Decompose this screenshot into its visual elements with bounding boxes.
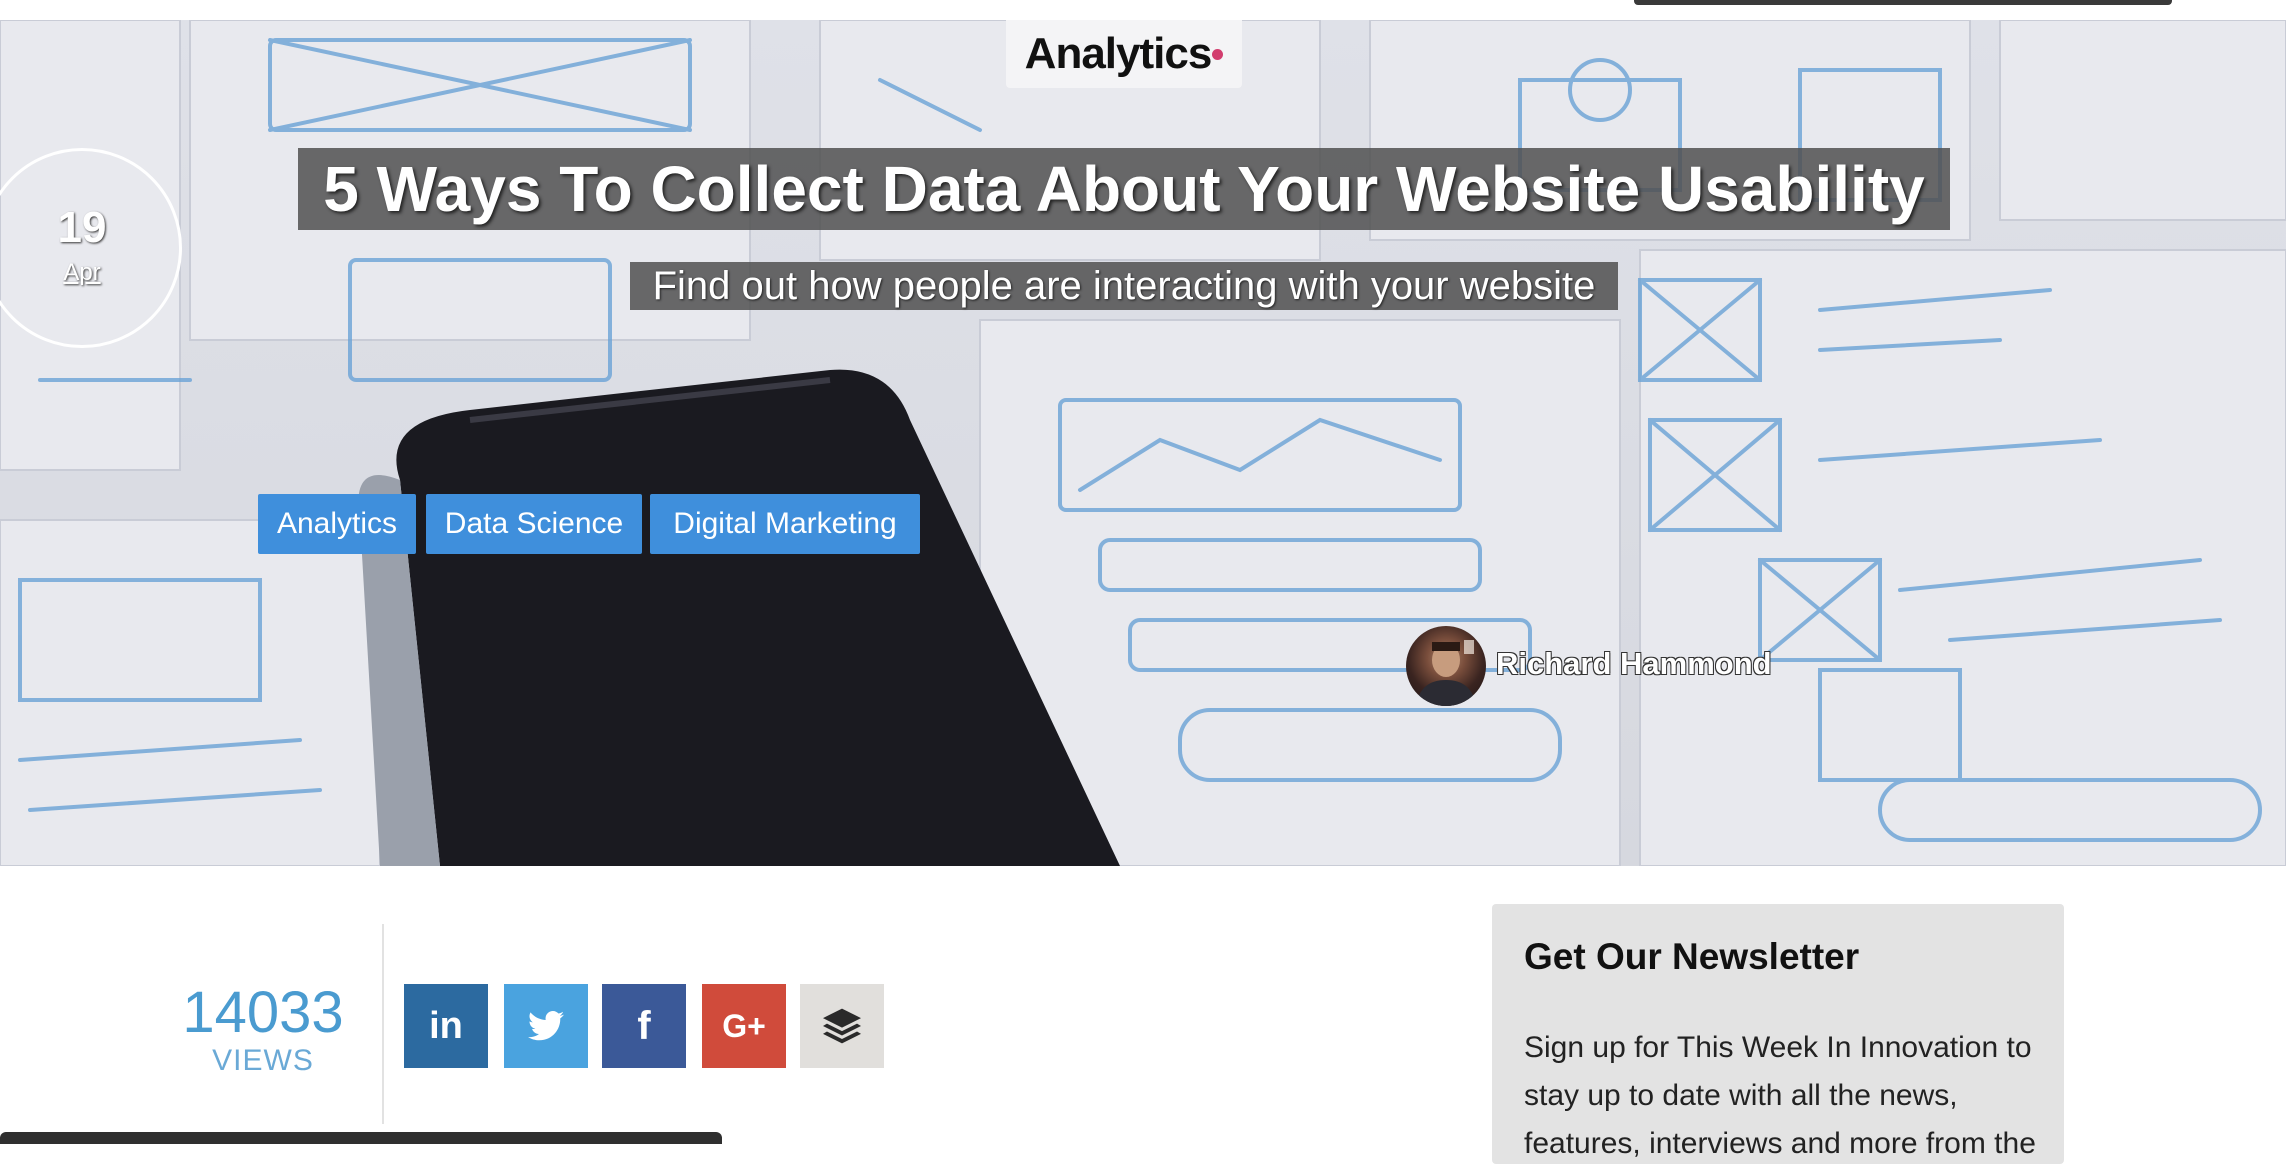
share-google-plus-button[interactable]: G+ — [702, 984, 786, 1068]
views-count: 14033 — [182, 980, 344, 1045]
linkedin-icon: in — [429, 1004, 463, 1047]
share-twitter-button[interactable] — [504, 984, 588, 1068]
facebook-icon: f — [637, 1003, 651, 1048]
tag-digital-marketing[interactable]: Digital Marketing — [650, 494, 920, 554]
author-avatar[interactable] — [1406, 626, 1486, 706]
hero-banner — [0, 20, 2286, 866]
newsletter-panel: Get Our Newsletter Sign up for This Week… — [1492, 904, 2064, 1164]
newsletter-text: Sign up for This Week In Innovation to s… — [1524, 1031, 2036, 1160]
logo-text: Analytics — [1024, 29, 1213, 78]
hero-background-image — [0, 20, 2286, 866]
site-logo[interactable]: Analytics — [1006, 20, 1242, 88]
avatar-photo-icon — [1416, 640, 1476, 706]
date-day: 19 — [57, 203, 107, 252]
newsletter-title: Get Our Newsletter — [1524, 936, 1860, 977]
share-facebook-button[interactable]: f — [602, 984, 686, 1068]
top-dropdown-edge — [1634, 0, 2172, 5]
tag-analytics[interactable]: Analytics — [258, 494, 416, 554]
author-name[interactable]: Richard Hammond — [1496, 646, 1772, 686]
tag-data-science[interactable]: Data Science — [426, 494, 642, 554]
bottom-bar-edge — [0, 1132, 722, 1144]
logo-dot-icon — [1212, 48, 1224, 60]
share-linkedin-button[interactable]: in — [404, 984, 488, 1068]
twitter-icon — [528, 1011, 564, 1041]
views-label: VIEWS — [212, 1044, 314, 1077]
date-month: Apr — [63, 259, 101, 286]
stats-divider — [382, 924, 384, 1124]
article-subtitle: Find out how people are interacting with… — [630, 262, 1618, 310]
article-title: 5 Ways To Collect Data About Your Websit… — [298, 148, 1950, 230]
share-buffer-button[interactable] — [800, 984, 884, 1068]
buffer-layers-icon — [823, 1008, 861, 1044]
google-plus-icon: G+ — [722, 1007, 766, 1044]
